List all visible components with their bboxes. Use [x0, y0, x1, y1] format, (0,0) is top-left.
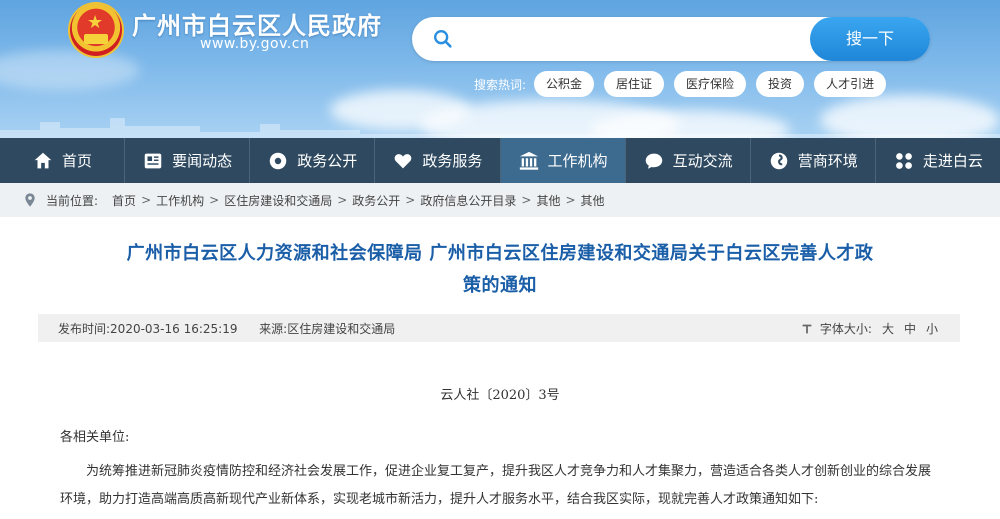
search-icon: [434, 30, 452, 48]
nav-item-label: 营商环境: [797, 152, 858, 170]
nav-item-label: 工作机构: [547, 152, 608, 170]
search-button[interactable]: 搜一下: [810, 17, 930, 61]
nav-item-label: 走进白云: [922, 152, 983, 170]
font-size-label: 字体大小:: [819, 322, 872, 336]
heart-icon: [395, 153, 412, 168]
breadcrumb-separator: >: [405, 193, 416, 207]
article-body-paragraph: 为统筹推进新冠肺炎疫情防控和经济社会发展工作，促进企业复工复产，提升我区人才竞争…: [60, 464, 932, 507]
breadcrumb-link-other-current[interactable]: 其他: [581, 192, 605, 209]
nav-item-news[interactable]: 要闻动态: [125, 138, 251, 183]
font-size-control: 字体大小: 大 中 小: [800, 320, 938, 337]
main-nav: 首页 要闻动态 政务公开 政务服务 工作机构 互动交流 营商环境 走进白云: [0, 138, 1000, 183]
location-pin-icon: [25, 193, 35, 207]
hot-tag-talent-introduction[interactable]: 人才引进: [814, 71, 887, 97]
font-size-icon: [802, 324, 812, 333]
search-box: 搜一下: [412, 17, 930, 61]
hot-search-label: 搜索热词:: [474, 78, 527, 92]
cloud-decoration: [0, 50, 140, 90]
breadcrumb-separator: >: [521, 193, 532, 207]
nav-item-label: 首页: [62, 152, 93, 170]
nav-item-government-affairs[interactable]: 政务公开: [250, 138, 376, 183]
breadcrumb-link-home[interactable]: 首页: [112, 192, 136, 209]
breadcrumb-link-info-catalog[interactable]: 政府信息公开目录: [420, 192, 516, 209]
breadcrumb-separator: >: [337, 193, 348, 207]
font-size-large-button[interactable]: 大: [882, 320, 894, 337]
site-url: www.by.gov.cn: [200, 36, 310, 52]
breadcrumb-separator: >: [141, 193, 152, 207]
breadcrumb-label: 当前位置:: [46, 193, 99, 208]
breadcrumb-link-other[interactable]: 其他: [536, 192, 560, 209]
chat-icon: [645, 153, 662, 169]
article-title-line: 策的通知: [463, 275, 537, 296]
article-meta-bar: 发布时间:2020-03-16 16:25:19 来源:区住房建设和交通局 字体…: [38, 314, 960, 342]
breadcrumb: 当前位置: 首页 > 工作机构 > 区住房建设和交通局 > 政务公开 > 政府信…: [0, 183, 1000, 217]
font-size-small-button[interactable]: 小: [926, 320, 938, 337]
hot-tag-investment[interactable]: 投资: [756, 71, 805, 97]
nav-item-business-environment[interactable]: 营商环境: [751, 138, 876, 183]
swirl-icon: [770, 152, 788, 169]
grid-icon: [896, 152, 912, 169]
site-header: 广州市白云区人民政府 www.by.gov.cn 搜一下 搜索热词: 公积金 居…: [0, 0, 1000, 138]
breadcrumb-link-housing-bureau[interactable]: 区住房建设和交通局: [224, 192, 332, 209]
nav-item-label: 要闻动态: [172, 152, 233, 170]
hot-tag-housing-fund[interactable]: 公积金: [534, 71, 595, 97]
hot-tag-medical-insurance[interactable]: 医疗保险: [674, 71, 747, 97]
city-skyline-decoration: [0, 118, 1000, 138]
nav-item-government-services[interactable]: 政务服务: [375, 138, 501, 183]
nav-item-work-agencies[interactable]: 工作机构: [500, 138, 626, 183]
font-size-medium-button[interactable]: 中: [904, 320, 916, 337]
article-title-line: 广州市白云区人力资源和社会保障局 广州市白云区住房建设和交通局关于白云区完善人才…: [126, 243, 874, 264]
article-title: 广州市白云区人力资源和社会保障局 广州市白云区住房建设和交通局关于白云区完善人才…: [70, 238, 930, 302]
document-number: 云人社〔2020〕3号: [440, 388, 560, 403]
breadcrumb-link-government-affairs[interactable]: 政务公开: [352, 192, 400, 209]
home-icon: [34, 152, 52, 168]
nav-item-home[interactable]: 首页: [0, 138, 126, 183]
gear-icon: [270, 152, 287, 169]
nav-item-label: 政务公开: [297, 152, 358, 170]
building-icon: [519, 151, 538, 170]
breadcrumb-link-work-agencies[interactable]: 工作机构: [156, 192, 204, 209]
salutation: 各相关单位:: [60, 430, 130, 445]
news-icon: [144, 153, 162, 168]
nav-item-interaction[interactable]: 互动交流: [626, 138, 751, 183]
nav-item-about-baiyun[interactable]: 走进白云: [876, 138, 1000, 183]
hot-tag-residence-permit[interactable]: 居住证: [604, 71, 665, 97]
breadcrumb-separator: >: [565, 193, 576, 207]
article-source: 来源:区住房建设和交通局: [259, 322, 396, 336]
national-emblem-logo[interactable]: [70, 4, 122, 56]
nav-item-label: 互动交流: [672, 152, 733, 170]
search-input[interactable]: [462, 23, 802, 55]
publish-time: 发布时间:2020-03-16 16:25:19: [58, 322, 238, 336]
hot-search-tags: 公积金 居住证 医疗保险 投资 人才引进: [534, 71, 887, 97]
breadcrumb-separator: >: [209, 193, 220, 207]
article-meta-info: 发布时间:2020-03-16 16:25:19 来源:区住房建设和交通局: [58, 320, 395, 337]
nav-item-label: 政务服务: [422, 152, 483, 170]
